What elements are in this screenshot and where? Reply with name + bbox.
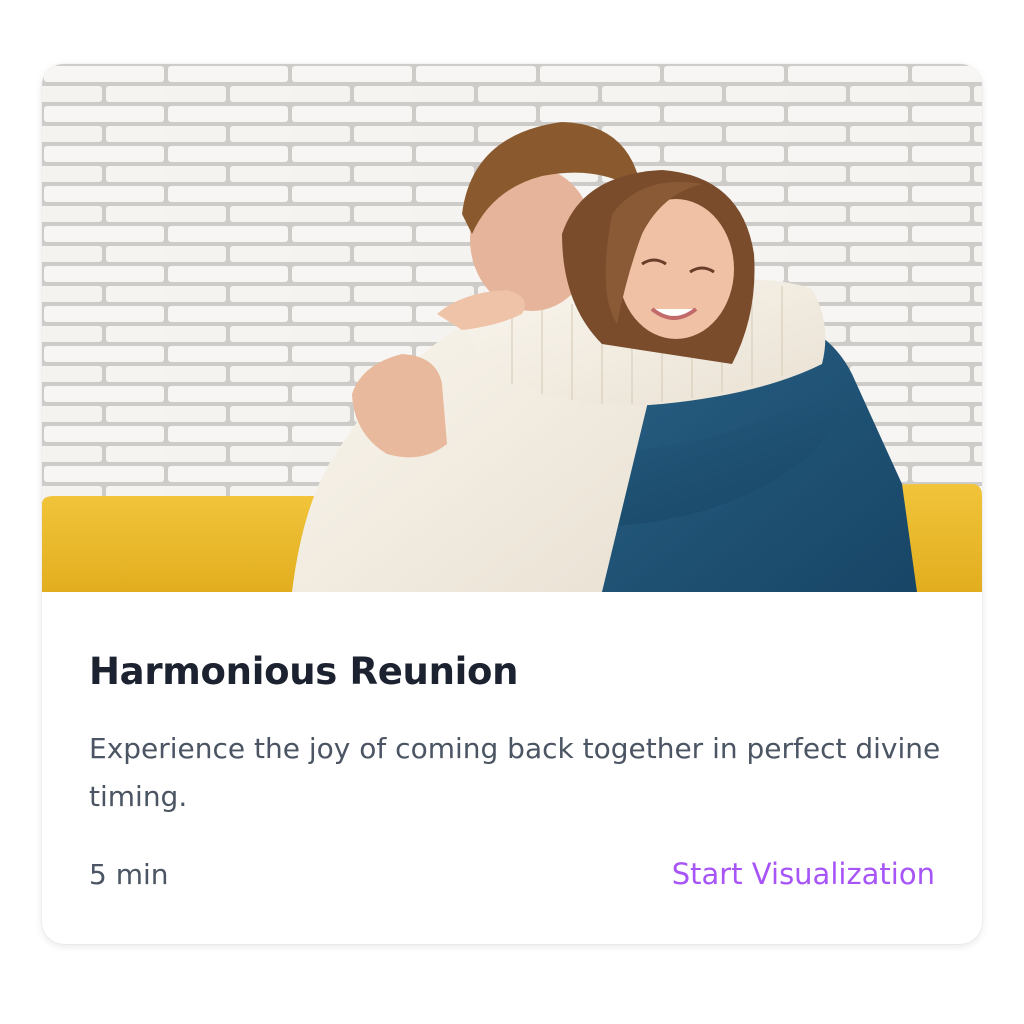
card-description: Experience the joy of coming back togeth… bbox=[89, 732, 941, 813]
duration-label: 5 min bbox=[89, 857, 169, 891]
card-title: Harmonious Reunion bbox=[89, 650, 519, 693]
card-footer: 5 min Start Visualization bbox=[89, 854, 935, 894]
card-body: Harmonious Reunion Experience the joy of… bbox=[42, 592, 982, 944]
start-visualization-link[interactable]: Start Visualization bbox=[672, 857, 935, 891]
couple-hugging-photo bbox=[42, 64, 982, 592]
visualization-card[interactable]: Harmonious Reunion Experience the joy of… bbox=[42, 64, 982, 944]
hero-image bbox=[42, 64, 982, 592]
